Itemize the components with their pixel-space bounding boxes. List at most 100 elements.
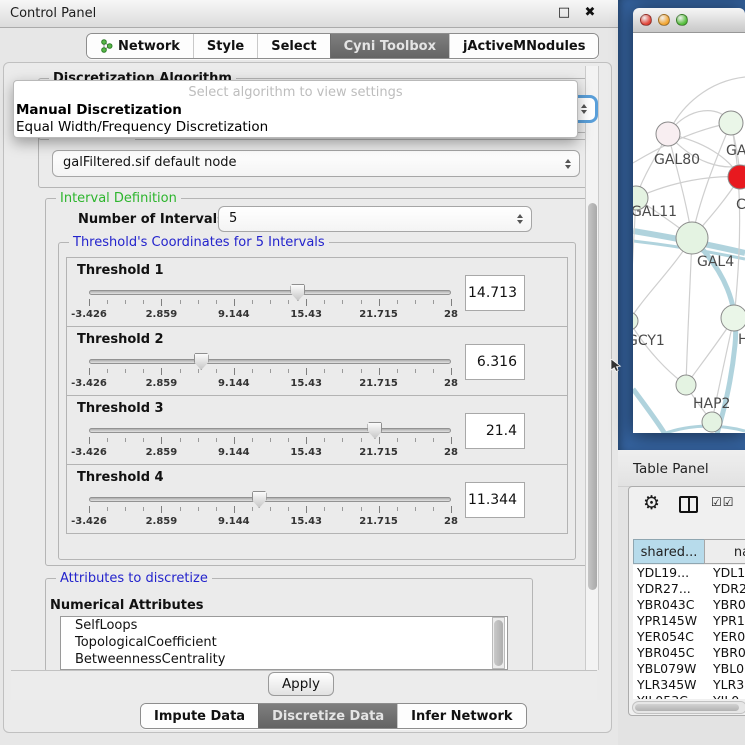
gear-icon[interactable]: ⚙ [643,492,660,514]
list-item[interactable]: SelfLoops [61,617,507,634]
slider-tick [216,438,217,442]
network-window-titlebar [633,8,745,33]
scrollbar-thumb[interactable] [635,704,739,711]
group-title: Interval Definition [56,191,181,206]
tab-label: Infer Network [411,705,512,728]
table-cell: YPR1 [705,613,745,629]
table-row[interactable]: YER054CYER0 [633,629,745,645]
tab-select[interactable]: Select [257,34,329,58]
network-node[interactable] [728,165,745,189]
table-panel: ⚙ ☑☑ shared... na YDL19...YDL1YDR27...YD… [628,486,745,716]
list-item[interactable]: BetweennessCentrality [61,651,507,668]
table-row[interactable]: YDR27...YDR2 [633,581,745,597]
minimize-traffic-light[interactable] [658,14,670,26]
slider-tick [451,437,452,444]
network-node[interactable] [656,122,680,146]
table-data-combobox[interactable]: galFiltered.sif default node [52,150,580,177]
list-item[interactable]: TopologicalCoefficient [61,634,507,651]
close-icon[interactable]: ✖ [582,5,598,20]
slider-tick [125,438,126,442]
threshold-value-field[interactable]: 11.344 [465,482,525,518]
threshold-slider[interactable]: -3.4262.8599.14415.4321.71528 [89,491,451,531]
network-node-label: GA [726,143,745,159]
content-scrollbar[interactable] [585,66,599,670]
table-row[interactable]: YBL079WYBL0 [633,661,745,677]
table-column-header[interactable]: na [704,539,745,564]
slider-tick [180,507,181,511]
slider-tick [451,506,452,513]
table-column-header[interactable]: shared... [633,539,705,564]
checkboxes-icon[interactable]: ☑☑ [711,495,735,509]
tab-label: Select [271,35,316,58]
slider-tick-label: 15.43 [290,447,322,458]
threshold-value-field[interactable]: 14.713 [465,275,525,311]
tab-cyni-toolbox[interactable]: Cyni Toolbox [330,34,449,58]
slider-tick-label: 2.859 [146,309,178,320]
network-node[interactable] [721,305,745,331]
tab-style[interactable]: Style [193,34,257,58]
table-row[interactable]: YPR145WYPR1 [633,613,745,629]
slider-tick-label: 21.715 [359,378,398,389]
num-intervals-combobox[interactable]: 5 [218,206,532,232]
network-graph: GAL80GACGAL11GAL4GCY1HHAP2 [633,33,745,433]
network-node[interactable] [676,375,696,395]
threshold-value-field[interactable]: 6.316 [465,344,525,380]
scrollbar-thumb[interactable] [494,620,503,666]
network-node[interactable] [702,412,722,432]
table-row[interactable]: YLR345WYLR3 [633,677,745,693]
apply-button[interactable]: Apply [268,672,334,696]
float-window-icon[interactable]: □ [556,5,572,20]
slider-tick [198,507,199,511]
table-row[interactable]: YBR045CYBR0 [633,645,745,661]
tab-discretize-data[interactable]: Discretize Data [258,704,397,728]
tab-label: Style [207,35,244,58]
tab-label: Impute Data [154,705,245,728]
network-node[interactable] [719,111,743,135]
threshold-slider[interactable]: -3.4262.8599.14415.4321.71528 [89,284,451,324]
slider-thumb[interactable] [367,422,382,439]
tab-infer-network[interactable]: Infer Network [397,704,525,728]
tab-network[interactable]: Network [87,34,193,58]
slider-tick [415,369,416,373]
slider-track[interactable] [89,290,451,295]
threshold-slider[interactable]: -3.4262.8599.14415.4321.71528 [89,353,451,393]
table-cell: YER054C [633,629,705,645]
panel-title: Control Panel [10,6,96,21]
columns-icon[interactable] [679,496,698,513]
threshold-panel-1: Threshold 1-3.4262.8599.14415.4321.71528… [66,257,568,327]
scrollbar-thumb[interactable] [588,203,597,590]
network-node[interactable] [676,222,708,254]
threshold-value-field[interactable]: 21.4 [465,413,525,449]
table-row[interactable]: YBR043CYBR0 [633,597,745,613]
slider-thumb[interactable] [252,491,267,508]
slider-tick [397,369,398,373]
slider-tick [270,300,271,304]
slider-tick [125,369,126,373]
dropdown-option[interactable]: Equal Width/Frequency Discretization [14,119,577,136]
table-panel-header: Table Panel [618,450,745,487]
slider-tick [234,299,235,306]
network-node[interactable] [633,312,638,330]
tab-impute-data[interactable]: Impute Data [141,704,258,728]
threshold-panel-4: Threshold 4-3.4262.8599.14415.4321.71528… [66,464,568,534]
slider-track[interactable] [89,428,451,433]
table-horizontal-scrollbar[interactable] [632,701,745,714]
table-row[interactable]: YDL19...YDL1 [633,565,745,581]
threshold-slider[interactable]: -3.4262.8599.14415.4321.71528 [89,422,451,462]
slider-track[interactable] [89,359,451,364]
numerical-attributes-label: Numerical Attributes [50,598,204,613]
attributes-list-scrollbar[interactable] [492,617,505,669]
tab-jactivemnodules[interactable]: jActiveMNodules [449,34,599,58]
slider-tick-label: 2.859 [146,378,178,389]
close-traffic-light[interactable] [640,14,652,26]
slider-tick [361,438,362,442]
slider-thumb[interactable] [290,284,305,301]
slider-track[interactable] [89,497,451,502]
zoom-traffic-light[interactable] [676,14,688,26]
dropdown-option[interactable]: Manual Discretization [14,102,577,119]
table-row[interactable]: YIL053CYIL0 [633,693,745,699]
slider-thumb[interactable] [194,353,209,370]
network-canvas[interactable]: GAL80GACGAL11GAL4GCY1HHAP2 [633,33,745,433]
threshold-panel-2: Threshold 2-3.4262.8599.14415.4321.71528… [66,326,568,396]
network-node-label: GCY1 [633,333,665,349]
